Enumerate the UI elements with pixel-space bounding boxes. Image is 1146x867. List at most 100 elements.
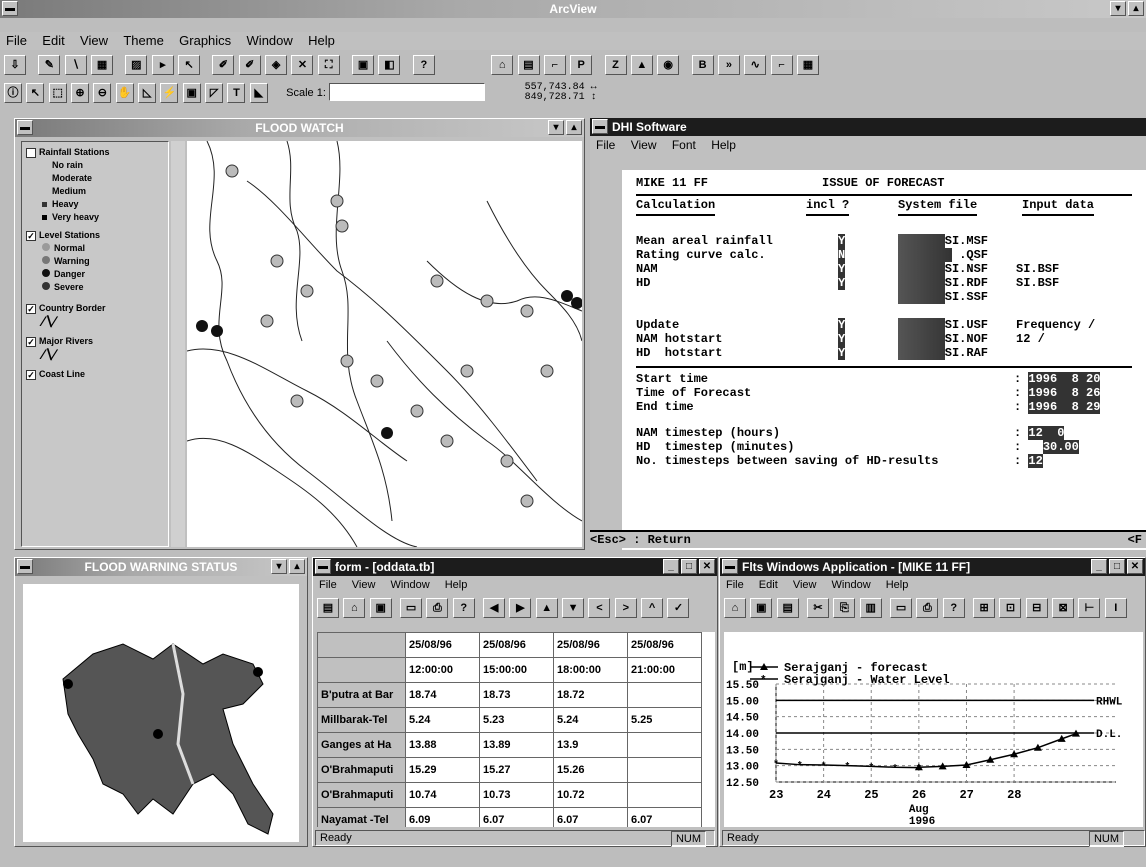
map-canvas[interactable]	[187, 141, 582, 547]
warning-map[interactable]	[23, 584, 299, 842]
level-cell[interactable]: 18.72	[553, 682, 628, 708]
incl-toggle[interactable]: N	[838, 248, 846, 262]
level-cell[interactable]: 15.29	[405, 757, 480, 783]
flts-menu-window[interactable]: Window	[832, 579, 871, 591]
flts-max-icon[interactable]: □	[1109, 559, 1125, 574]
flts-table-icon[interactable]: ▤	[776, 598, 799, 618]
level-cell[interactable]: 6.07	[627, 807, 702, 827]
zoom-in-icon[interactable]: ✕	[291, 55, 314, 75]
level-cell[interactable]: 18.74	[405, 682, 480, 708]
right-icon[interactable]: >	[614, 598, 637, 618]
level-station-marker[interactable]	[520, 494, 534, 508]
menu-theme[interactable]: Theme	[123, 33, 163, 48]
prev-record-icon[interactable]: ◀	[483, 598, 506, 618]
flts-zoom4-icon[interactable]: ⊠	[1052, 598, 1075, 618]
query-icon[interactable]: ↖	[178, 55, 201, 75]
flts-zoom2-icon[interactable]: ⊡	[999, 598, 1022, 618]
flts-open-icon[interactable]: ⌂	[724, 598, 746, 618]
level-cell[interactable]: 5.23	[479, 707, 554, 733]
find-icon[interactable]: ▨	[125, 55, 148, 75]
level-cell[interactable]: 5.25	[627, 707, 702, 733]
station-name[interactable]: O'Brahmaputi	[317, 782, 406, 808]
status-marker[interactable]	[153, 729, 163, 739]
form-menu-icon[interactable]: ▬	[315, 559, 331, 574]
flts-min-icon[interactable]: _	[1091, 559, 1107, 574]
toc-coast-line[interactable]: ✓ Coast Line	[26, 368, 164, 381]
flts-copy-icon[interactable]: ⎘	[833, 598, 856, 618]
dhi-open-icon[interactable]: ⌂	[491, 55, 514, 75]
edit-legend-icon[interactable]: ∖	[64, 55, 87, 75]
level-station-marker[interactable]	[290, 394, 304, 408]
dhi-b-icon[interactable]: B	[691, 55, 714, 75]
level-cell[interactable]: 10.73	[479, 782, 554, 808]
help-icon[interactable]: ?	[452, 598, 475, 618]
zoom-previous-icon[interactable]: ▣	[352, 55, 375, 75]
flood-watch-max-icon[interactable]: ▴	[566, 120, 582, 135]
dhi-menu-view[interactable]: View	[631, 138, 657, 152]
level-cell[interactable]: 5.24	[405, 707, 480, 733]
dhi-z-icon[interactable]: Z	[604, 55, 627, 75]
status-marker[interactable]	[253, 667, 263, 677]
form-menu-view[interactable]: View	[352, 579, 376, 591]
incl-toggle[interactable]: Y	[838, 234, 846, 248]
zoom-active-icon[interactable]: ✐	[238, 55, 261, 75]
danger-station-marker[interactable]	[211, 325, 223, 337]
hd-step-value[interactable]: : 30.00	[1014, 440, 1079, 454]
dhi-next-icon[interactable]: »	[717, 55, 740, 75]
station-name[interactable]: Nayamat -Tel	[317, 807, 406, 827]
down-icon[interactable]: ▼	[562, 598, 585, 618]
form-menu-file[interactable]: File	[319, 579, 337, 591]
callout-icon[interactable]: ◸	[205, 83, 224, 103]
station-name[interactable]: B'putra at Bar	[317, 682, 406, 708]
system-file-field[interactable]: SI.NOF	[898, 332, 988, 346]
border-checkbox[interactable]: ✓	[26, 303, 36, 314]
open-project-icon[interactable]: ⇩	[4, 55, 26, 75]
hotlink-icon[interactable]: ⚡	[160, 83, 179, 103]
warning-min-icon[interactable]: ▾	[271, 559, 287, 574]
station-name[interactable]: Millbarak-Tel	[317, 707, 406, 733]
preview-icon[interactable]: ▭	[400, 598, 423, 618]
input-data-field[interactable]: SI.BSF	[1016, 276, 1059, 290]
flts-help-icon[interactable]: ?	[942, 598, 965, 618]
zoom-selected-icon[interactable]: ◈	[265, 55, 288, 75]
draw-icon[interactable]: ◣	[249, 83, 268, 103]
menu-view[interactable]: View	[80, 33, 108, 48]
zoom-out-tool-icon[interactable]: ⊖	[93, 83, 112, 103]
flts-fit-icon[interactable]: ⊢	[1078, 598, 1101, 618]
level-cell[interactable]: 15.26	[553, 757, 628, 783]
incl-toggle[interactable]: Y	[838, 318, 846, 332]
top-icon[interactable]: ^	[641, 598, 664, 618]
rainfall-checkbox[interactable]	[26, 147, 36, 158]
dhi-table-icon[interactable]: ▤	[517, 55, 540, 75]
form-menu-help[interactable]: Help	[445, 579, 468, 591]
dhi-menu-help[interactable]: Help	[711, 138, 736, 152]
pan-icon[interactable]: ✋	[115, 83, 134, 103]
level-station-marker[interactable]	[440, 434, 454, 448]
level-cell[interactable]: 6.09	[405, 807, 480, 827]
flts-menu-help[interactable]: Help	[886, 579, 909, 591]
saving-value[interactable]: : 12	[1014, 454, 1043, 468]
flts-preview-icon[interactable]: ▭	[890, 598, 913, 618]
system-file-field[interactable]: .QSF	[898, 248, 988, 262]
identify-icon[interactable]: ⓘ	[4, 83, 22, 103]
dhi-grid-icon[interactable]: ▦	[796, 55, 819, 75]
menu-window[interactable]: Window	[247, 33, 293, 48]
level-checkbox[interactable]: ✓	[26, 230, 36, 241]
danger-station-marker[interactable]	[381, 427, 393, 439]
level-station-marker[interactable]	[480, 294, 494, 308]
level-station-marker[interactable]	[500, 454, 514, 468]
input-data-field[interactable]: Frequency /	[1016, 318, 1095, 332]
level-cell[interactable]: 10.72	[553, 782, 628, 808]
rivers-checkbox[interactable]: ✓	[26, 336, 36, 347]
level-station-marker[interactable]	[520, 304, 534, 318]
vertex-edit-icon[interactable]: ⬚	[48, 83, 67, 103]
dhi-menu-icon[interactable]: ▬	[592, 119, 608, 134]
incl-toggle[interactable]: Y	[838, 276, 846, 290]
form-close-icon[interactable]: ✕	[699, 559, 715, 574]
start-time-value[interactable]: : 1996 8 20	[1014, 372, 1101, 386]
toc-level[interactable]: ✓ Level Stations	[26, 229, 164, 242]
measure-icon[interactable]: ◺	[138, 83, 157, 103]
level-station-marker[interactable]	[410, 404, 424, 418]
help-icon[interactable]: ?	[412, 55, 435, 75]
flts-zoom-icon[interactable]: ⊞	[973, 598, 996, 618]
